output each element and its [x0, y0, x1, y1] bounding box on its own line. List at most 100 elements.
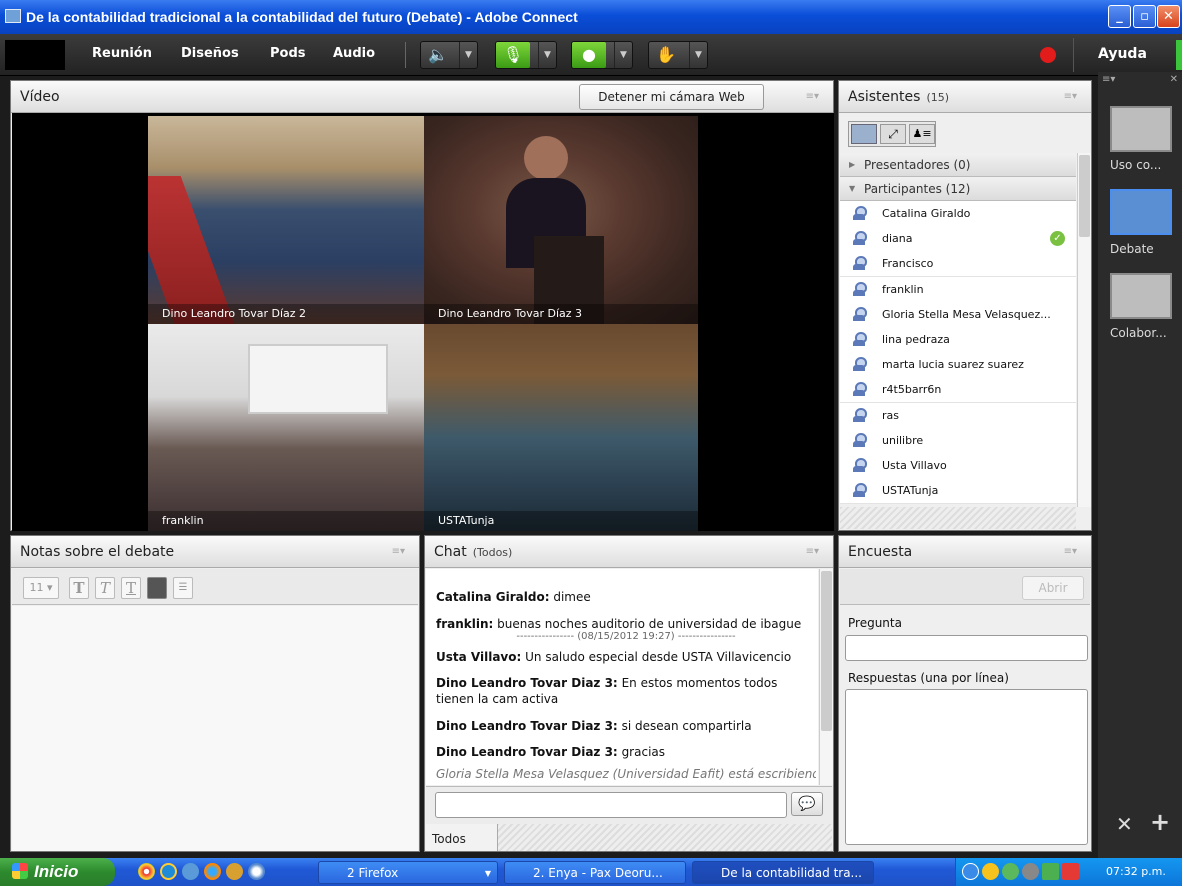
video-feed[interactable]: Dino Leandro Tovar Díaz 2	[148, 116, 424, 324]
network-icon[interactable]	[1002, 863, 1019, 880]
close-button[interactable]: ✕	[1157, 5, 1180, 28]
chevron-down-icon[interactable]: ▼	[614, 42, 632, 68]
menu-reunion[interactable]: Reunión	[92, 46, 152, 61]
send-message-button[interactable]: 💬	[791, 792, 823, 816]
firefox-icon[interactable]	[204, 863, 221, 880]
italic-button[interactable]: T	[95, 577, 115, 599]
video-feed[interactable]: franklin	[148, 324, 424, 531]
bold-button[interactable]: T	[69, 577, 89, 599]
menu-bar: Reunión Diseños Pods Audio 🔈 ▼ 🎙 ▼ ● ▼ ✋ ▼	[0, 34, 1182, 76]
participant-row[interactable]: Usta Villavo	[840, 453, 1076, 479]
notes-editor[interactable]	[12, 606, 418, 851]
task-firefox[interactable]: 2 Firefox ▼	[318, 861, 498, 884]
chevron-down-icon[interactable]: ▼	[538, 42, 556, 68]
video-feed[interactable]: Dino Leandro Tovar Díaz 3	[424, 116, 698, 324]
logo	[5, 40, 65, 70]
status-view-icon[interactable]: ♟≡	[909, 124, 935, 144]
open-poll-button[interactable]: Abrir	[1022, 576, 1084, 600]
layout-thumbnail[interactable]	[1110, 273, 1172, 319]
participant-row[interactable]: franklin	[840, 276, 1076, 303]
rail-menu-icon[interactable]: ≡▾	[1102, 74, 1115, 85]
color-picker-button[interactable]	[147, 577, 167, 599]
microphone-button[interactable]: 🎙 ▼	[495, 41, 557, 69]
pod-title: Asistentes (15)	[848, 89, 950, 105]
underline-button[interactable]: T	[121, 577, 141, 599]
participant-row[interactable]: ras	[840, 402, 1076, 429]
back-arrow-icon[interactable]	[962, 863, 979, 880]
raise-hand-button[interactable]: ✋ ▼	[648, 41, 708, 69]
video-feed[interactable]: USTATunja	[424, 324, 698, 531]
participant-row[interactable]: Catalina Giraldo	[840, 201, 1076, 227]
app-icon[interactable]	[248, 863, 265, 880]
rail-close-icon[interactable]: ✕	[1170, 74, 1178, 85]
participant-row[interactable]: Francisco	[840, 251, 1076, 278]
antivirus-icon[interactable]	[1042, 863, 1059, 880]
add-layout-icon[interactable]: +	[1150, 808, 1170, 836]
chrome-icon[interactable]	[138, 863, 155, 880]
scrollbar[interactable]	[1077, 153, 1091, 507]
participant-row[interactable]: r4t5barr6n	[840, 377, 1076, 404]
participant-name: diana	[882, 232, 913, 246]
internet-explorer-icon[interactable]	[160, 863, 177, 880]
answers-textarea[interactable]	[845, 689, 1088, 845]
user-icon	[853, 357, 867, 372]
maximize-button[interactable]: ▫	[1133, 5, 1156, 28]
start-button[interactable]: Inicio	[0, 858, 115, 886]
webcam-icon: ●	[572, 42, 606, 68]
layout-thumbnail-selected[interactable]	[1110, 189, 1172, 235]
menu-disenos[interactable]: Diseños	[181, 46, 239, 61]
pod-options-icon[interactable]: ≡▾	[392, 546, 405, 557]
security-icon[interactable]	[1062, 863, 1079, 880]
menu-pods[interactable]: Pods	[270, 46, 306, 61]
view-toggle: ⤢ ♟≡	[848, 121, 936, 147]
chevron-down-icon[interactable]: ▼	[459, 42, 477, 68]
chevron-down-icon[interactable]: ▼	[689, 42, 707, 68]
participant-name: marta lucia suarez suarez	[882, 358, 1024, 372]
chat-message-input[interactable]	[435, 792, 787, 818]
layout-label: Colabor...	[1110, 326, 1167, 340]
participant-row[interactable]: diana ✓	[840, 226, 1076, 253]
participant-row[interactable]: lina pedraza	[840, 327, 1076, 353]
poll-pod: Encuesta ≡▾ Abrir Pregunta Respuestas (u…	[838, 535, 1092, 852]
participant-row[interactable]: unilibre	[840, 427, 1076, 454]
group-participants[interactable]: ▼ Participantes (12)	[840, 177, 1076, 201]
pod-options-icon[interactable]: ≡▾	[1064, 91, 1077, 102]
media-icon[interactable]	[226, 863, 243, 880]
bullet-list-button[interactable]: ☰	[173, 577, 193, 599]
expand-view-icon[interactable]: ⤢	[880, 124, 906, 144]
shield-icon[interactable]	[982, 863, 999, 880]
speech-bubble-icon: 💬	[798, 796, 816, 812]
tools-icon[interactable]: ✕	[1116, 812, 1133, 836]
tab-todos[interactable]: Todos	[426, 824, 498, 851]
window-title-bar[interactable]: De la contabilidad tradicional a la cont…	[0, 0, 1182, 34]
task-adobe-connect[interactable]: De la contabilidad tra...	[692, 861, 874, 884]
font-size-select[interactable]: 11 ▾	[23, 577, 59, 599]
attendee-count: (15)	[926, 91, 950, 104]
question-input[interactable]	[845, 635, 1088, 661]
help-menu[interactable]: Ayuda	[1098, 46, 1147, 62]
webcam-button[interactable]: ● ▼	[571, 41, 633, 69]
pod-options-icon[interactable]: ≡▾	[806, 91, 819, 102]
layout-thumbnail[interactable]	[1110, 106, 1172, 152]
user-icon	[853, 231, 867, 246]
record-indicator[interactable]	[1040, 47, 1056, 63]
pod-options-icon[interactable]: ≡▾	[1064, 546, 1077, 557]
participant-row[interactable]: USTATunja	[840, 478, 1076, 505]
speaker-button[interactable]: 🔈 ▼	[420, 41, 478, 69]
participant-row[interactable]: marta lucia suarez suarez	[840, 352, 1076, 379]
scrollbar[interactable]	[819, 569, 833, 785]
stop-webcam-button[interactable]: Detener mi cámara Web	[579, 84, 764, 110]
browser-icon[interactable]	[182, 863, 199, 880]
participant-row[interactable]: Gloria Stella Mesa Velasquez...	[840, 301, 1076, 328]
task-winamp[interactable]: 2. Enya - Pax Deoru...	[504, 861, 686, 884]
group-presenters[interactable]: ▶ Presentadores (0)	[840, 153, 1076, 177]
participant-name: Catalina Giraldo	[882, 207, 971, 220]
pod-header: Vídeo Detener mi cámara Web ≡▾	[11, 81, 833, 113]
list-view-icon[interactable]	[851, 124, 877, 144]
windows-logo-icon	[12, 863, 28, 879]
participant-name: unilibre	[882, 433, 924, 447]
minimize-button[interactable]: _	[1108, 5, 1131, 28]
tray-icon[interactable]	[1022, 863, 1039, 880]
pod-options-icon[interactable]: ≡▾	[806, 546, 819, 557]
menu-audio[interactable]: Audio	[333, 46, 375, 61]
